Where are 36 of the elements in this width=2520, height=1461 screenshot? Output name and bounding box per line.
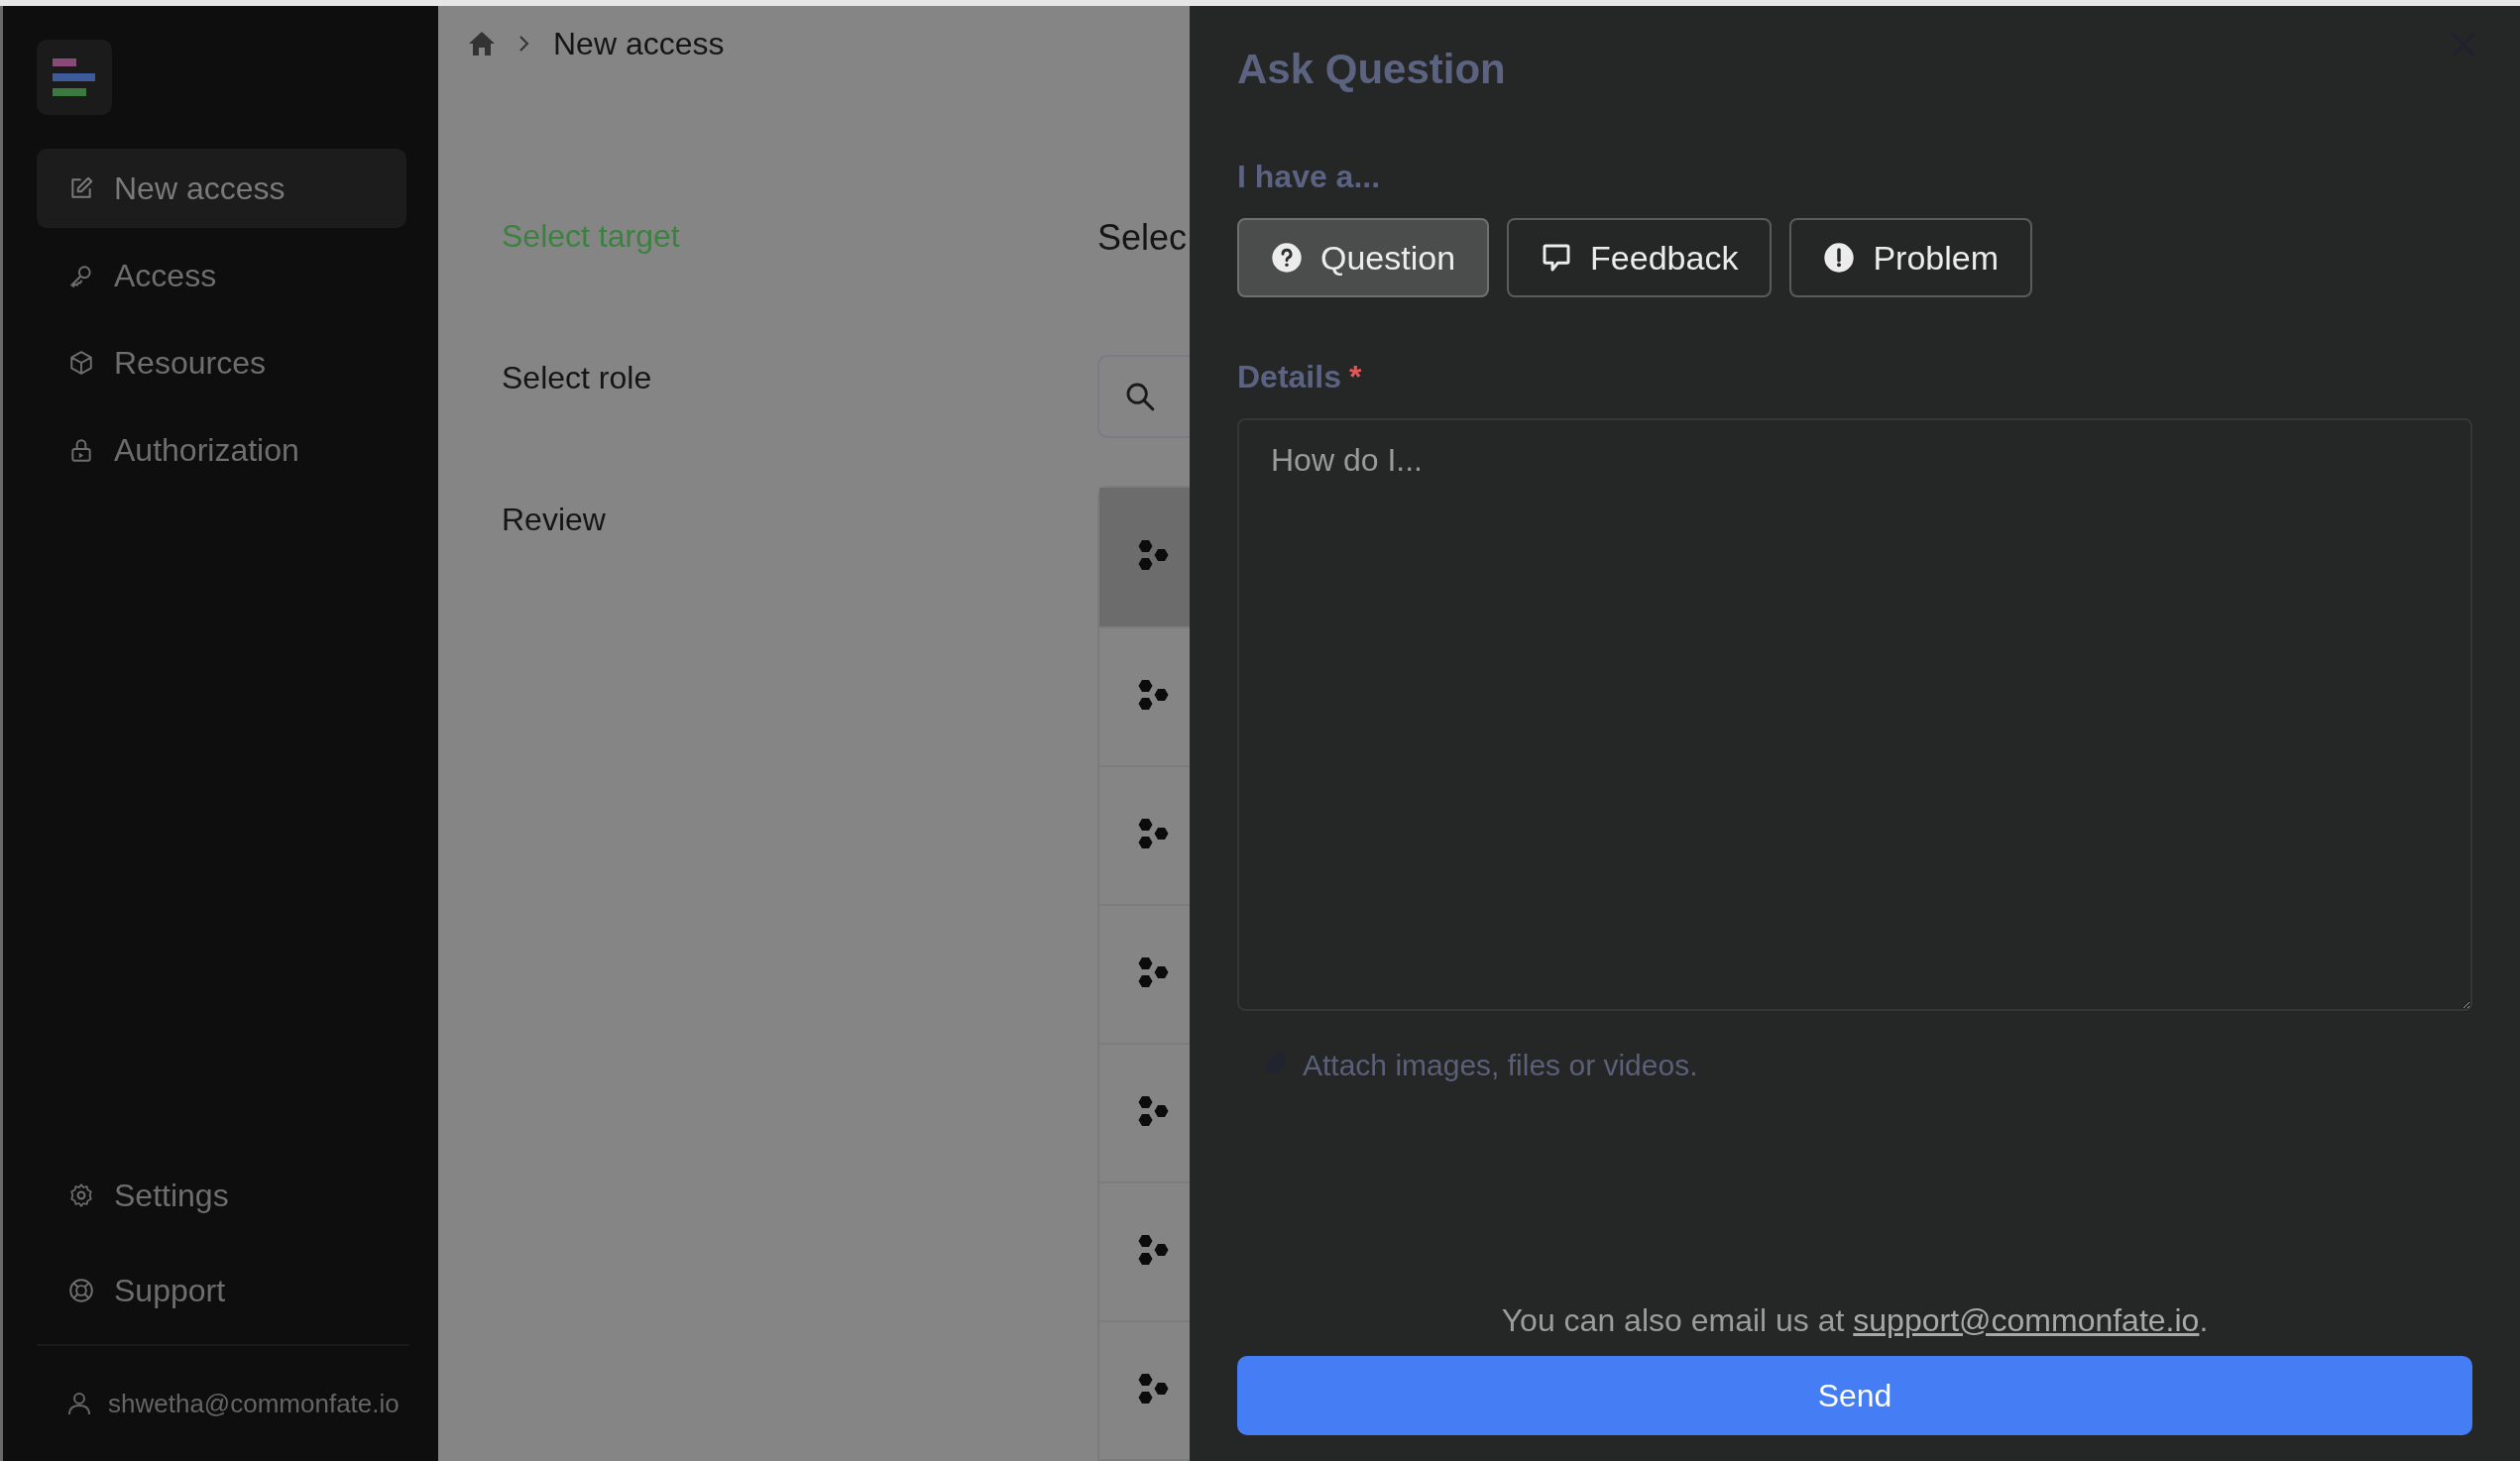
type-toggle[interactable]: Question — [1237, 218, 1490, 297]
type-toggle[interactable]: Problem — [1789, 218, 2033, 297]
panel-title: Ask Question — [1237, 46, 1506, 93]
key-icon — [68, 263, 94, 288]
nav-item[interactable]: Authorization — [37, 410, 406, 490]
field-label: Details — [1237, 359, 1341, 394]
question-icon — [1271, 242, 1303, 274]
user-icon — [68, 1392, 90, 1415]
home-icon[interactable] — [468, 31, 496, 56]
step-label[interactable]: Review — [502, 502, 1097, 538]
app-logo[interactable] — [37, 40, 112, 115]
nav-item[interactable]: New access — [37, 149, 406, 228]
exclamation-icon — [1823, 242, 1856, 274]
lifebuoy-icon — [68, 1278, 94, 1303]
attach-link[interactable]: Attach images, files or videos. — [1303, 1049, 1698, 1082]
nav-item[interactable]: Support — [37, 1251, 406, 1330]
nav-item[interactable]: Resources — [37, 323, 406, 402]
type-toggle[interactable]: Feedback — [1507, 218, 1773, 297]
pencil-icon — [68, 175, 94, 201]
list-row[interactable] — [1099, 488, 1190, 626]
nav-item[interactable]: Access — [37, 236, 406, 315]
settings-icon — [68, 1182, 94, 1208]
nav-item[interactable]: Settings — [37, 1156, 406, 1235]
field-label: I have a... — [1237, 158, 1382, 196]
email-note: You can also email us at support@commonfate.io. — [1500, 1301, 2210, 1340]
send-button[interactable]: Send — [1237, 1356, 2472, 1435]
cube-icon — [68, 350, 94, 376]
lock-icon — [68, 437, 94, 463]
chevron-icon — [517, 34, 531, 54]
user-email[interactable]: shwetha@commonfate.io — [108, 1388, 400, 1419]
email-link[interactable]: support@commonfate.io — [1853, 1302, 2200, 1338]
breadcrumb-current: New access — [553, 25, 725, 62]
step-label[interactable]: Select role — [502, 360, 1097, 396]
required-mark: * — [1348, 359, 1362, 394]
section-heading: Selec — [1097, 218, 1189, 258]
details-field[interactable]: How do I... — [1237, 418, 2472, 1011]
